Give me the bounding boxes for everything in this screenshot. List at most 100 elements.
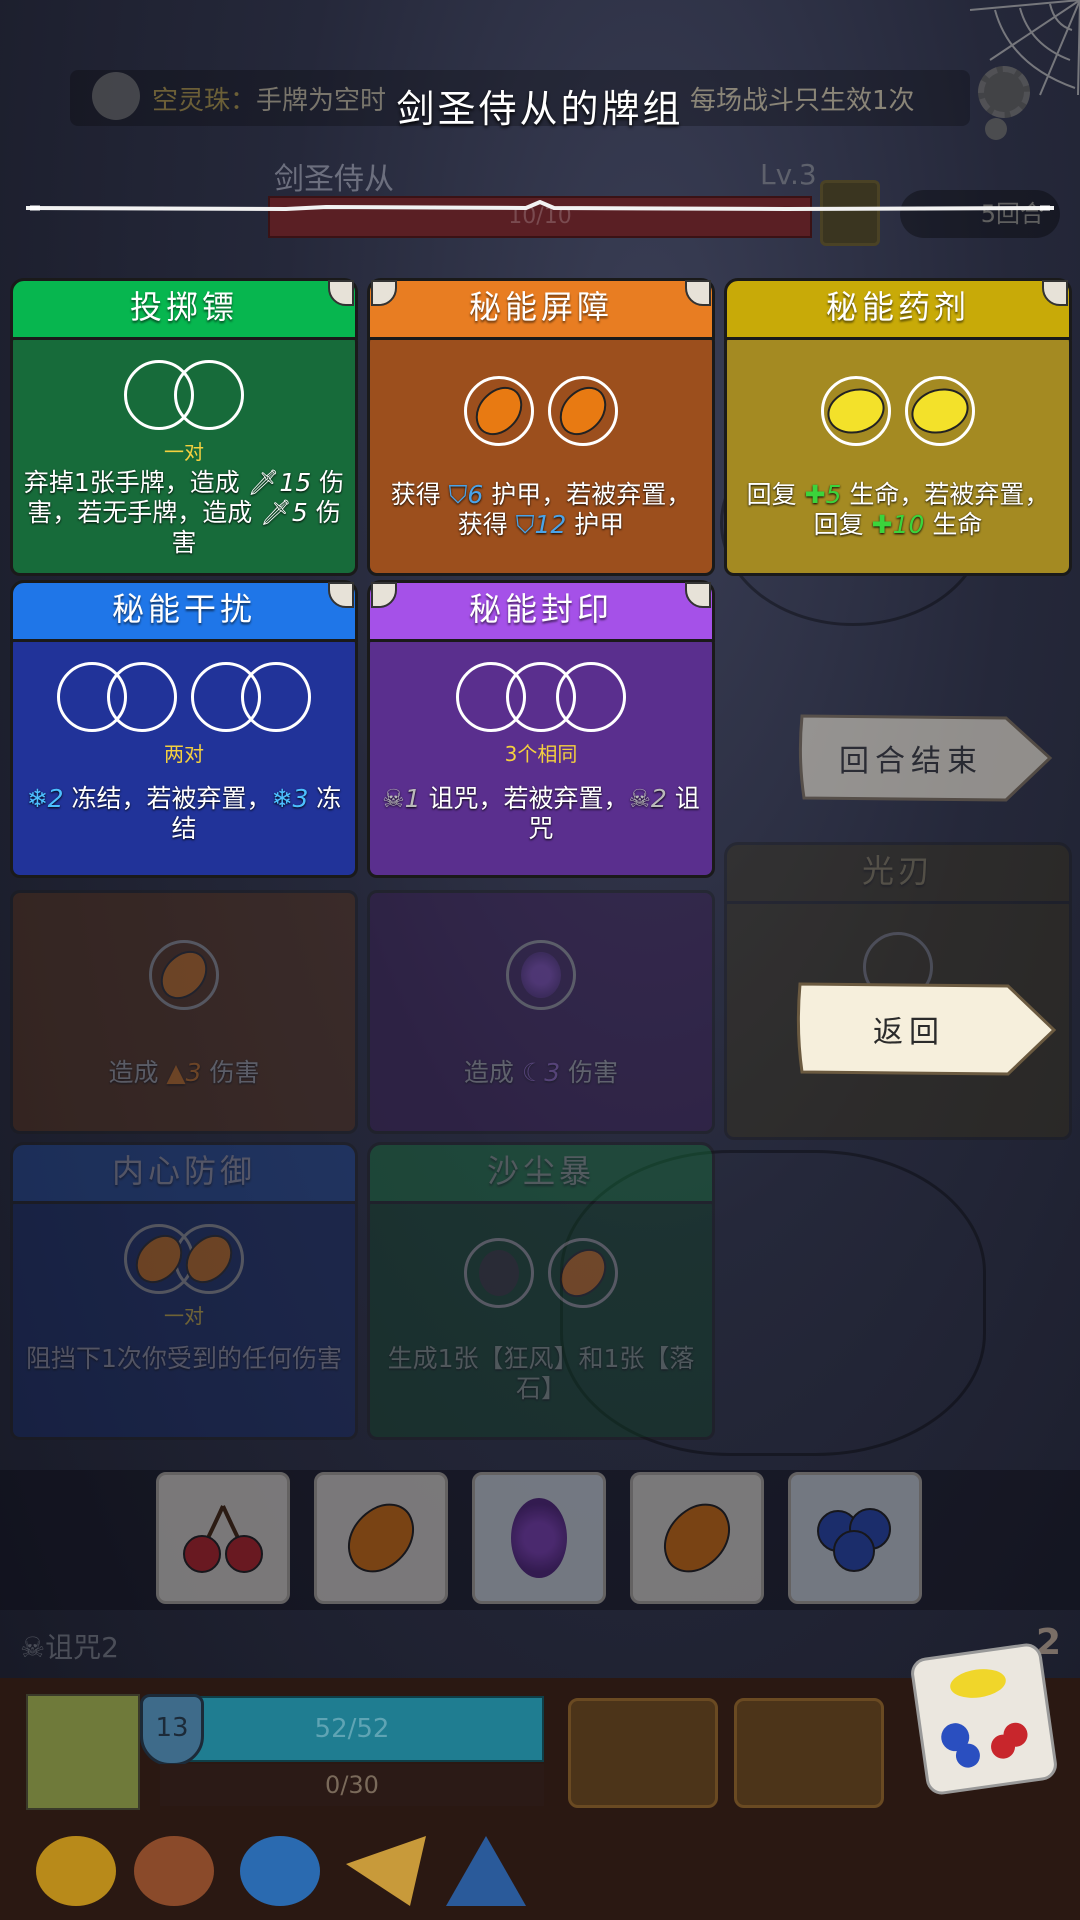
fire-icon: ▲ bbox=[166, 1058, 186, 1087]
card-title: 秘能药剂 bbox=[724, 278, 1072, 340]
card-description: 回复 ✚5 生命，若被弃置，回复 ✚10 生命 bbox=[746, 480, 1050, 539]
dice-slot bbox=[174, 360, 244, 430]
die-mango[interactable] bbox=[630, 1472, 764, 1604]
relic-scroll-icon[interactable] bbox=[134, 1836, 214, 1906]
dice-slot bbox=[548, 376, 618, 446]
heal-plus-icon: ✚ bbox=[804, 480, 826, 509]
die-blueberry[interactable] bbox=[788, 1472, 922, 1604]
mango-icon bbox=[649, 1493, 745, 1583]
card-requirement: 3个相同 bbox=[504, 742, 578, 766]
game-card-damage-mango: 造成 ▲3 伤害 bbox=[10, 880, 358, 1134]
card-throwing-dart[interactable]: 投掷镖 一对 弃掉1张手牌，造成 🗡15 伤害，若无手牌，造成 🗡5 伤害 bbox=[10, 278, 358, 576]
die-mango[interactable] bbox=[314, 1472, 448, 1604]
card-title: 沙尘暴 bbox=[367, 1142, 715, 1204]
dice-slots bbox=[10, 1224, 358, 1294]
armor-shield-icon: ⛉ bbox=[448, 480, 468, 509]
dice-slot bbox=[464, 1238, 534, 1308]
dice-slot bbox=[149, 940, 219, 1010]
end-turn-label: 回合结束 bbox=[839, 744, 983, 779]
snowflake-icon: ❄ bbox=[26, 784, 48, 813]
dice-slot bbox=[556, 662, 626, 732]
mango-icon bbox=[549, 379, 617, 443]
card-title: 秘能封印 bbox=[367, 580, 715, 642]
dice-slots bbox=[724, 376, 1072, 446]
dice-slots bbox=[367, 662, 715, 732]
card-description: ☠1 诅咒，若被弃置，☠2 诅咒 bbox=[382, 784, 700, 843]
game-card-inner-defense: 内心防御 一对 阻挡下1次你受到的任何伤害 bbox=[10, 1142, 358, 1440]
mango-icon bbox=[333, 1493, 429, 1583]
dice-slot bbox=[174, 1224, 244, 1294]
grape-icon bbox=[521, 952, 561, 998]
dice-slot bbox=[821, 376, 891, 446]
dice-slot bbox=[506, 940, 576, 1010]
cherry-icon bbox=[183, 1505, 263, 1573]
skull-icon: ☠ bbox=[382, 784, 405, 813]
card-requirement: 一对 bbox=[164, 440, 204, 464]
dice-slots bbox=[10, 940, 358, 1010]
back-label: 返回 bbox=[873, 1015, 945, 1050]
enemy-name: 剑圣侍从 bbox=[274, 162, 394, 197]
mango-icon bbox=[549, 1241, 617, 1305]
card-title: 秘能干扰 bbox=[10, 580, 358, 642]
sword-icon: 🗡 bbox=[260, 498, 292, 527]
back-button[interactable]: 返回 bbox=[794, 980, 1058, 1078]
armor-shield-icon: ⛉ bbox=[515, 510, 535, 539]
dice-face-icon bbox=[941, 1669, 1028, 1768]
game-card-damage-grape: 造成 ☾3 伤害 bbox=[367, 880, 715, 1134]
title-divider bbox=[26, 200, 1054, 212]
player-portrait bbox=[26, 1694, 140, 1810]
sword-icon: 🗡 bbox=[247, 468, 280, 497]
die-cherry[interactable] bbox=[156, 1472, 290, 1604]
card-title: 投掷镖 bbox=[10, 278, 358, 340]
dice-slot bbox=[464, 376, 534, 446]
card-requirement: 一对 bbox=[164, 1304, 204, 1328]
skull-icon: ☠ bbox=[628, 784, 651, 813]
card-description: 造成 ▲3 伤害 bbox=[108, 1058, 260, 1087]
lemon-icon bbox=[906, 382, 974, 440]
moon-icon: ☾ bbox=[521, 1058, 545, 1087]
mango-icon bbox=[150, 943, 218, 1007]
stone-icon bbox=[479, 1250, 519, 1296]
heal-plus-icon: ✚ bbox=[871, 510, 893, 539]
roll-dice-button[interactable] bbox=[909, 1641, 1059, 1797]
dice-slots bbox=[10, 360, 358, 430]
card-description: 阻挡下1次你受到的任何伤害 bbox=[26, 1344, 342, 1373]
lemon-icon bbox=[822, 382, 890, 440]
dice-slot bbox=[241, 662, 311, 732]
grape-icon bbox=[511, 1498, 567, 1578]
end-turn-button[interactable]: 回合结束 bbox=[796, 712, 1054, 804]
dice-slot bbox=[548, 1238, 618, 1308]
mango-icon bbox=[465, 379, 533, 443]
dice-slot bbox=[107, 662, 177, 732]
dice-slots bbox=[367, 940, 715, 1010]
page-title: 剑圣侍从的牌组 bbox=[396, 87, 684, 131]
mango-icon bbox=[175, 1227, 243, 1291]
card-description: 造成 ☾3 伤害 bbox=[463, 1058, 619, 1087]
item-slot-2[interactable] bbox=[734, 1698, 884, 1808]
relic-shell-icon[interactable] bbox=[240, 1836, 320, 1906]
card-requirement: 两对 bbox=[164, 742, 204, 766]
curse-status: ☠诅咒2 bbox=[20, 1631, 119, 1664]
card-arcane-barrier[interactable]: 秘能屏障 获得 ⛉6 护甲，若被弃置，获得 ⛉12 护甲 bbox=[367, 278, 715, 576]
dice-slots bbox=[367, 376, 715, 446]
relic-helmet-icon[interactable] bbox=[36, 1836, 116, 1906]
player-mana-bar: 0/30 bbox=[160, 1764, 544, 1806]
card-description: 获得 ⛉6 护甲，若被弃置，获得 ⛉12 护甲 bbox=[390, 480, 692, 539]
dice-slot bbox=[905, 376, 975, 446]
card-body bbox=[367, 890, 715, 1134]
card-arcane-disrupt[interactable]: 秘能干扰 两对 ❄2 冻结，若被弃置，❄3 冻结 bbox=[10, 580, 358, 878]
snowflake-icon: ❄ bbox=[271, 784, 293, 813]
card-arcane-seal[interactable]: 秘能封印 3个相同 ☠1 诅咒，若被弃置，☠2 诅咒 bbox=[367, 580, 715, 878]
card-title: 光刃 bbox=[724, 842, 1072, 904]
blueberry-icon bbox=[817, 1508, 891, 1572]
die-grape[interactable] bbox=[472, 1472, 606, 1604]
dice-slots bbox=[367, 1238, 715, 1308]
card-description: 生成1张【狂风】和1张【落石】 bbox=[387, 1344, 695, 1403]
card-arcane-potion[interactable]: 秘能药剂 回复 ✚5 生命，若被弃置，回复 ✚10 生命 bbox=[724, 278, 1072, 576]
skull-icon: ☠ bbox=[20, 1631, 46, 1664]
player-armor-badge: 13 bbox=[140, 1694, 204, 1766]
enemy-level: Lv.3 bbox=[760, 158, 817, 191]
item-slot-1[interactable] bbox=[568, 1698, 718, 1808]
card-description: 弃掉1张手牌，造成 🗡15 伤害，若无手牌，造成 🗡5 伤害 bbox=[23, 468, 345, 557]
dice-slots bbox=[10, 662, 358, 732]
